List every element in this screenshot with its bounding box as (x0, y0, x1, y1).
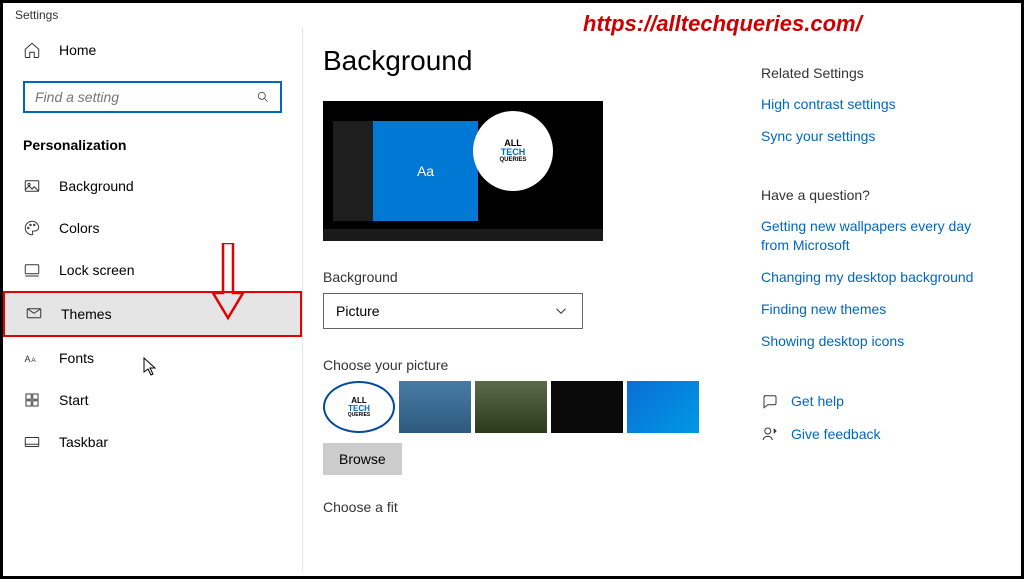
chevron-down-icon (552, 302, 570, 320)
window-title: Settings (3, 3, 1021, 27)
background-dropdown[interactable]: Picture (323, 293, 583, 329)
fonts-icon: AA (23, 349, 41, 367)
overlay-watermark-url: https://alltechqueries.com/ (583, 11, 862, 37)
preview-wallpaper-logo: ALLTECHQUERIES (473, 111, 553, 191)
link-wallpapers[interactable]: Getting new wallpapers every day from Mi… (761, 217, 1001, 253)
sidebar-home[interactable]: Home (3, 27, 302, 73)
link-get-help[interactable]: Get help (791, 392, 844, 410)
preview-taskbar (323, 229, 603, 241)
desktop-preview: Aa ALLTECHQUERIES (323, 101, 603, 241)
themes-icon (25, 305, 43, 323)
sidebar-home-label: Home (59, 42, 96, 58)
search-input[interactable] (35, 89, 256, 105)
sidebar-item-label: Fonts (59, 350, 94, 366)
sidebar-item-themes[interactable]: Themes (3, 291, 302, 337)
image-icon (23, 177, 41, 195)
link-find-themes[interactable]: Finding new themes (761, 300, 1001, 318)
sidebar: Home Personalization Background Colors (3, 27, 303, 572)
picture-thumbnail-1[interactable]: ALLTECHQUERIES (323, 381, 395, 433)
sidebar-item-background[interactable]: Background (3, 165, 302, 207)
picture-thumbnail-5[interactable] (627, 381, 699, 433)
sidebar-item-label: Start (59, 392, 89, 408)
dropdown-value: Picture (336, 303, 380, 319)
link-sync-settings[interactable]: Sync your settings (761, 127, 1001, 145)
link-desktop-icons[interactable]: Showing desktop icons (761, 332, 1001, 350)
browse-button[interactable]: Browse (323, 443, 402, 475)
start-icon (23, 391, 41, 409)
background-label: Background (323, 269, 721, 285)
help-chat-icon (761, 392, 779, 410)
feedback-icon (761, 425, 779, 443)
annotation-arrow (208, 243, 248, 323)
sidebar-item-colors[interactable]: Colors (3, 207, 302, 249)
choose-fit-label: Choose a fit (323, 499, 721, 515)
picture-thumbnail-2[interactable] (399, 381, 471, 433)
taskbar-icon (23, 433, 41, 451)
picture-thumbnail-4[interactable] (551, 381, 623, 433)
sidebar-item-label: Taskbar (59, 434, 108, 450)
home-icon (23, 41, 41, 59)
page-title: Background (323, 45, 721, 77)
question-heading: Have a question? (761, 187, 1001, 203)
sidebar-item-label: Background (59, 178, 134, 194)
sidebar-item-lockscreen[interactable]: Lock screen (3, 249, 302, 291)
sidebar-category: Personalization (3, 131, 302, 165)
related-settings-heading: Related Settings (761, 65, 1001, 81)
picture-thumbnail-3[interactable] (475, 381, 547, 433)
sidebar-item-label: Lock screen (59, 262, 134, 278)
search-box[interactable] (23, 81, 282, 113)
sidebar-item-label: Colors (59, 220, 99, 236)
palette-icon (23, 219, 41, 237)
picture-thumbnails: ALLTECHQUERIES (323, 381, 721, 433)
search-icon (256, 90, 270, 104)
svg-text:A: A (31, 357, 36, 364)
sidebar-item-taskbar[interactable]: Taskbar (3, 421, 302, 463)
sidebar-item-fonts[interactable]: AA Fonts (3, 337, 302, 379)
choose-picture-label: Choose your picture (323, 357, 721, 373)
preview-sample-window: Aa (373, 121, 478, 221)
svg-text:A: A (25, 354, 31, 364)
lockscreen-icon (23, 261, 41, 279)
sidebar-item-label: Themes (61, 306, 112, 322)
sidebar-item-start[interactable]: Start (3, 379, 302, 421)
link-high-contrast[interactable]: High contrast settings (761, 95, 1001, 113)
link-change-bg[interactable]: Changing my desktop background (761, 268, 1001, 286)
link-give-feedback[interactable]: Give feedback (791, 425, 881, 443)
